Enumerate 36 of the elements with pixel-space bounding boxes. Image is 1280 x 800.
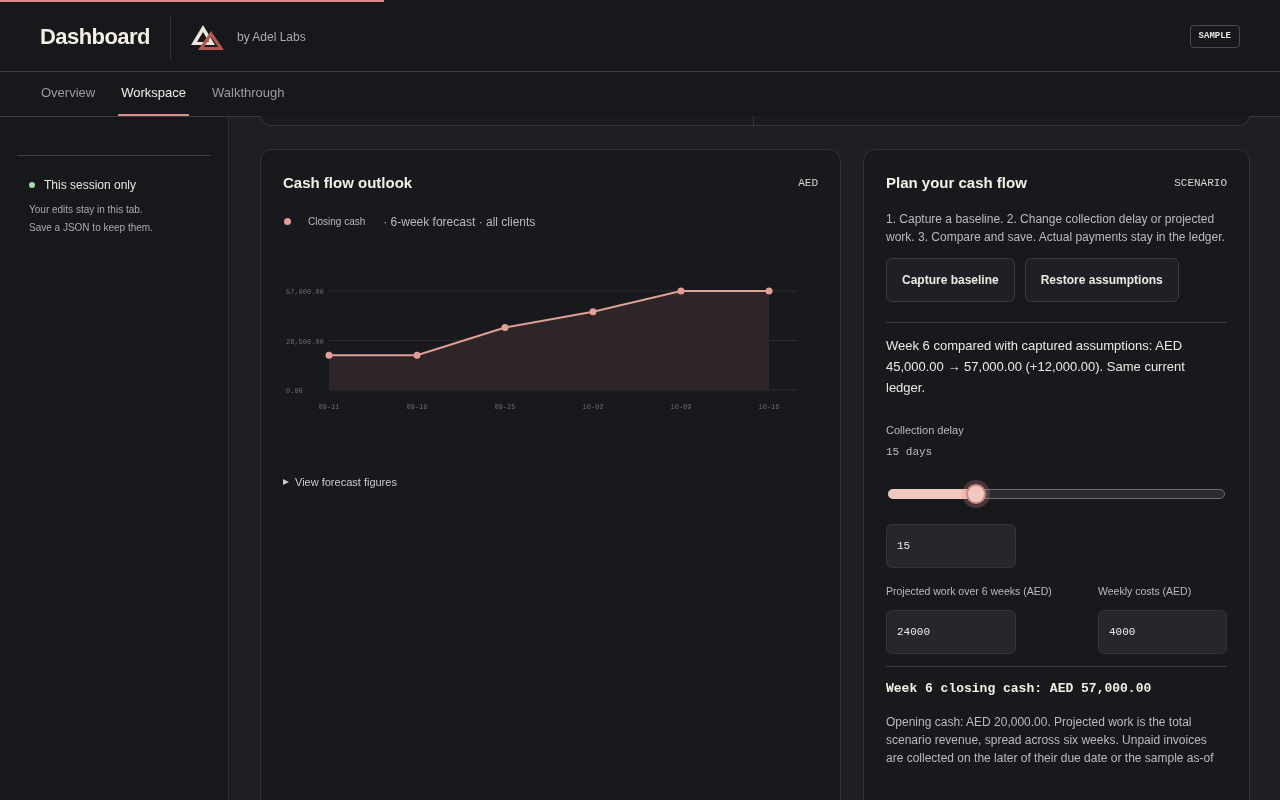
- data-point: [589, 307, 597, 315]
- field-label: Projected work over 6 weeks (AED): [886, 583, 1052, 599]
- amount-input[interactable]: 4000: [1098, 610, 1227, 655]
- amount-input[interactable]: 24000: [886, 610, 1016, 655]
- nav-tab[interactable]: Overview: [38, 72, 99, 116]
- currency-label: AED: [798, 176, 818, 191]
- field-label: Weekly costs (AED): [1098, 583, 1193, 599]
- scenario-label: SCENARIO: [1174, 176, 1227, 191]
- legend-label: Closing cash: [308, 215, 366, 229]
- explanation-text: Opening cash: AED 20,000.00. Projected work is the total scenario revenue, spread across six weeks. Unpaid invoices are collected on the later of their due date or the sample as-of: [886, 713, 1215, 767]
- data-point: [325, 351, 333, 359]
- nav-tab[interactable]: Walkthrough: [209, 72, 288, 116]
- sidebar-note: Your edits stay in this tab.: [29, 203, 144, 217]
- app-title: Dashboard: [40, 23, 150, 51]
- instructions-text: 1. Capture a baseline. 2. Change collection delay or projected work. 3. Compare and save. Actual payments stay in the ledger.: [886, 210, 1226, 246]
- delay-reading: 15 days: [886, 445, 934, 460]
- sample-badge: SAMPLE: [1189, 24, 1240, 49]
- data-point: [501, 323, 509, 331]
- sidebar-note: Save a JSON to keep them.: [29, 221, 154, 235]
- card-title: Cash flow outlook: [283, 173, 413, 193]
- data-point: [413, 351, 421, 359]
- status-label: This session only: [44, 177, 137, 194]
- data-point: [677, 287, 685, 294]
- byline: by Adel Labs: [236, 28, 306, 46]
- comparison-text: Week 6 compared with captured assumptions: AED 45,000.00 → 57,000.00 (+12,000.00). Same current ledger.: [886, 336, 1186, 397]
- forecast-disclosure[interactable]: View forecast figures: [283, 473, 397, 490]
- card-title: Plan your cash flow: [886, 173, 1027, 193]
- chart-subtitle: · 6-week forecast · all clients: [383, 213, 536, 231]
- action-button[interactable]: Capture baseline: [886, 257, 1015, 302]
- disclosure-icon: [283, 478, 289, 485]
- data-point: [765, 287, 773, 294]
- slider-thumb[interactable]: [965, 483, 986, 504]
- closing-cash-result: Week 6 closing cash: AED 57,000.00: [886, 680, 1153, 699]
- field-label: Collection delay: [886, 422, 965, 438]
- delay-input[interactable]: 15: [886, 523, 1016, 568]
- action-button[interactable]: Restore assumptions: [1024, 257, 1179, 302]
